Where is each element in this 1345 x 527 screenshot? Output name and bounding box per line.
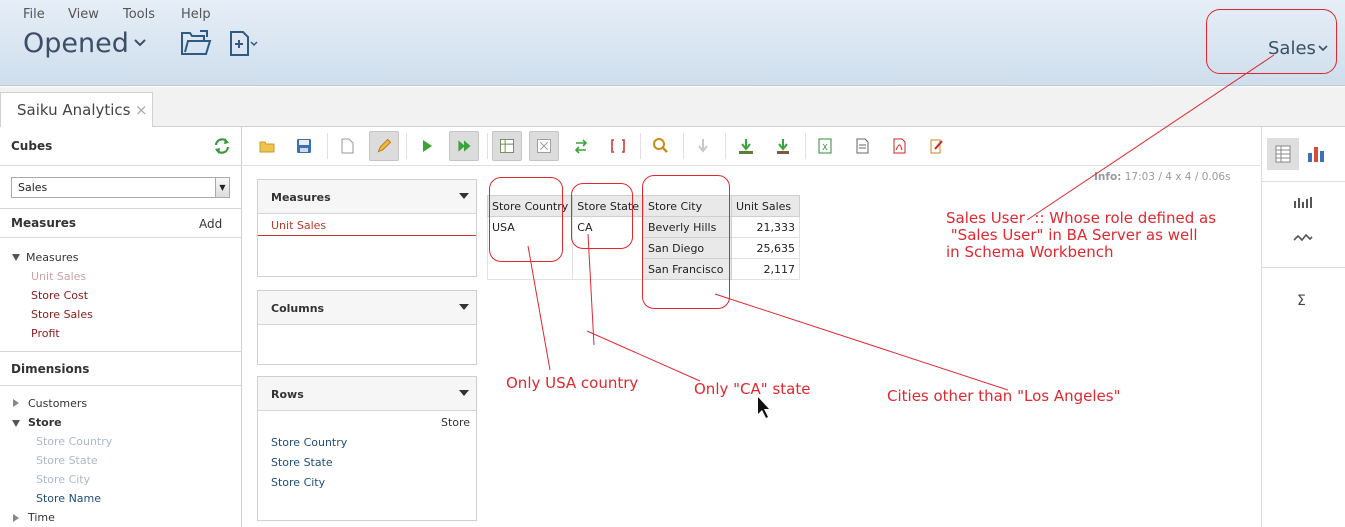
annotation-highlight-cities (642, 175, 730, 309)
refresh-icon[interactable] (213, 137, 231, 155)
chevron-down-icon[interactable] (459, 304, 469, 310)
dimension-time[interactable]: Time (28, 511, 55, 524)
rows-dimension-label: Store (441, 416, 471, 429)
info-time: 17:03 (1124, 171, 1155, 183)
cell-sales: 25,635 (730, 237, 800, 259)
level-store-city[interactable]: Store City (36, 473, 90, 486)
info-size: / 4 x 4 (1158, 171, 1192, 183)
measure-unit-sales[interactable]: Unit Sales (31, 270, 86, 283)
annotation-sales-user: Sales User :: Whose role defined as "Sal… (946, 209, 1217, 261)
menu-help[interactable]: Help (181, 7, 211, 22)
opened-perspective-menu[interactable]: Opened (23, 28, 129, 59)
tab-saiku-analytics[interactable]: Saiku Analytics × (0, 92, 153, 128)
chevron-down-icon[interactable] (133, 38, 147, 48)
query-row-store-city[interactable]: Store City (271, 476, 325, 489)
annotation-highlight-country (489, 177, 563, 262)
folder-open-icon[interactable] (180, 30, 212, 56)
level-store-state[interactable]: Store State (36, 454, 98, 467)
run-icon[interactable] (412, 131, 442, 161)
new-query-icon[interactable] (332, 131, 362, 161)
query-row-store-country[interactable]: Store Country (271, 436, 347, 449)
rows-dropzone[interactable]: Rows Store Store Country Store State Sto… (257, 376, 477, 521)
sparkline-icon[interactable] (1293, 232, 1313, 244)
annotation-highlight-user (1206, 9, 1337, 74)
close-icon[interactable]: × (135, 101, 148, 119)
annotation-country: Only USA country (506, 374, 639, 392)
header-unit-sales[interactable]: Unit Sales (730, 195, 800, 217)
dimension-store[interactable]: Store (28, 416, 62, 429)
svg-text:X: X (822, 143, 828, 152)
export-xls-icon[interactable]: X (810, 131, 840, 161)
dimensions-title: Dimensions (11, 362, 90, 376)
expand-down-icon[interactable] (12, 254, 20, 261)
columns-dropzone-title: Columns (271, 302, 325, 315)
toggle-fields-icon[interactable] (492, 131, 522, 161)
mdx-icon[interactable] (921, 131, 951, 161)
menu-view[interactable]: View (68, 7, 99, 22)
measures-dropzone-title: Measures (271, 191, 331, 204)
measure-store-cost[interactable]: Store Cost (31, 289, 88, 302)
tab-label: Saiku Analytics (17, 101, 131, 119)
expand-down-icon[interactable] (12, 420, 20, 427)
cell-sales: 2,117 (730, 258, 800, 280)
auto-run-icon[interactable] (449, 131, 479, 161)
annotation-state: Only "CA" state (694, 380, 811, 398)
chart-view-icon[interactable] (1305, 143, 1327, 165)
export-csv-icon[interactable] (847, 131, 877, 161)
export-pdf-icon[interactable] (884, 131, 914, 161)
level-store-name[interactable]: Store Name (36, 492, 101, 505)
measures-group[interactable]: Measures (26, 251, 78, 264)
drillthrough-icon[interactable] (688, 131, 718, 161)
measure-profit[interactable]: Profit (31, 327, 60, 340)
folder-open-icon[interactable] (252, 131, 282, 161)
non-empty-icon[interactable] (603, 131, 633, 161)
sum-icon[interactable]: Σ (1297, 293, 1306, 309)
query-info: Info: 17:03 / 4 x 4 / 0.06s (1094, 171, 1231, 183)
zoom-icon[interactable] (645, 131, 675, 161)
query-measure-unit-sales[interactable]: Unit Sales (271, 219, 326, 232)
workspace-toolbar: X (243, 127, 1260, 166)
tab-bar: Saiku Analytics × (0, 87, 1345, 128)
columns-dropzone[interactable]: Columns (257, 290, 477, 365)
dropdown-arrow-icon[interactable]: ▼ (215, 178, 229, 197)
level-store-country[interactable]: Store Country (36, 435, 112, 448)
sparkbar-icon[interactable] (1293, 196, 1313, 208)
menu-tools[interactable]: Tools (123, 7, 155, 22)
chevron-down-icon[interactable] (459, 390, 469, 396)
cube-select-value: Sales (18, 181, 48, 194)
info-duration: / 0.06s (1194, 171, 1231, 183)
table-view-icon[interactable] (1267, 138, 1299, 170)
rows-dropzone-title: Rows (271, 388, 304, 401)
measure-store-sales[interactable]: Store Sales (31, 308, 93, 321)
cube-select[interactable]: Sales ▼ (11, 177, 230, 198)
dimension-customers[interactable]: Customers (28, 397, 87, 410)
info-label: Info: (1094, 171, 1122, 183)
measures-title: Measures (11, 216, 77, 230)
measures-dropzone[interactable]: Measures Unit Sales (257, 179, 477, 277)
view-switcher-panel: Σ (1261, 127, 1345, 527)
metadata-panel: Cubes Sales ▼ Measures Add Measures Unit… (0, 127, 242, 527)
export-drillthrough-icon[interactable] (768, 131, 798, 161)
edit-icon[interactable] (369, 131, 399, 161)
add-calculated-measure-button[interactable]: Add (199, 217, 222, 231)
swap-axis-icon[interactable] (566, 131, 596, 161)
chevron-down-icon[interactable] (459, 193, 469, 199)
menu-file[interactable]: File (23, 7, 45, 22)
expand-right-icon[interactable] (13, 514, 19, 522)
annotation-highlight-state (571, 183, 633, 249)
expand-right-icon[interactable] (13, 399, 19, 407)
cubes-title: Cubes (11, 139, 53, 153)
top-header: File View Tools Help Opened Sales (0, 0, 1345, 86)
new-file-icon[interactable] (229, 31, 259, 57)
hide-parents-icon[interactable] (529, 131, 559, 161)
save-icon[interactable] (289, 131, 319, 161)
drillthrough-export-icon[interactable] (731, 131, 761, 161)
annotation-cities: Cities other than "Los Angeles" (887, 387, 1121, 405)
query-row-store-state[interactable]: Store State (271, 456, 333, 469)
cell-sales: 21,333 (730, 216, 800, 238)
